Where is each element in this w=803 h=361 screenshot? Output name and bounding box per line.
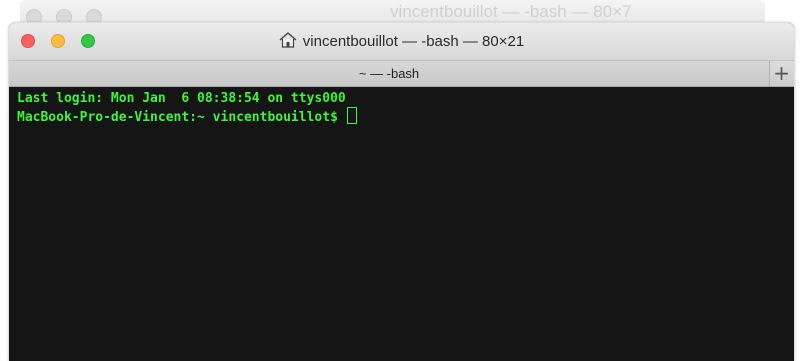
background-minimize-button[interactable] — [56, 9, 72, 22]
tab-bash[interactable]: ~ — -bash — [9, 61, 770, 86]
terminal-output[interactable]: Last login: Mon Jan 6 08:38:54 on ttys00… — [9, 87, 794, 126]
background-window-title: vincentbouillot — -bash — 80×7 — [390, 2, 632, 21]
prompt-line: MacBook-Pro-de-Vincent:~ vincentbouillot… — [17, 107, 794, 126]
title-bar[interactable]: vincentbouillot — -bash — 80×21 — [9, 23, 794, 61]
window-title: vincentbouillot — -bash — 80×21 — [9, 32, 794, 50]
text-cursor — [346, 107, 357, 124]
shell-prompt: MacBook-Pro-de-Vincent:~ vincentbouillot… — [17, 110, 346, 125]
tab-bar: ~ — -bash + — [9, 61, 794, 87]
background-terminal-window[interactable]: vincentbouillot — -bash — 80×7 — [20, 0, 765, 22]
background-close-button[interactable] — [26, 9, 42, 22]
background-maximize-button[interactable] — [86, 9, 102, 22]
window-title-text: vincentbouillot — -bash — 80×21 — [302, 33, 525, 50]
terminal-window[interactable]: vincentbouillot — -bash — 80×21 ~ — -bas… — [9, 23, 794, 361]
home-icon — [279, 32, 297, 48]
new-tab-button[interactable]: + — [769, 61, 794, 86]
last-login-line: Last login: Mon Jan 6 08:38:54 on ttys00… — [17, 91, 346, 106]
